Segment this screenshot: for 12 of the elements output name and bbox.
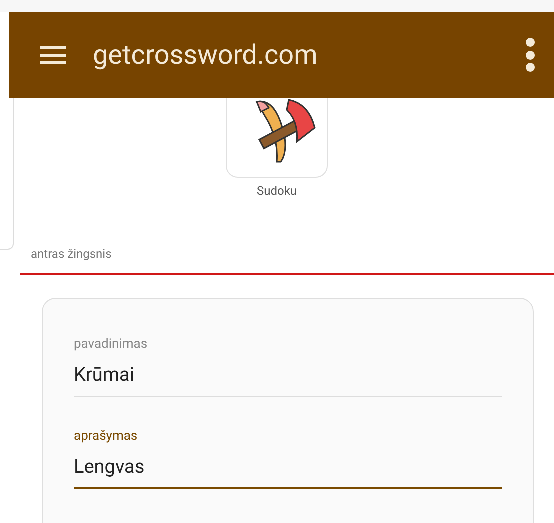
field-value: Krūmai xyxy=(74,362,136,388)
game-label: Sudoku xyxy=(256,183,298,200)
field-label: aprašymas xyxy=(74,428,139,446)
app-title: getcrossword.com xyxy=(93,38,318,73)
field-label: pavadinimas xyxy=(74,336,149,354)
text-field[interactable]: pavadinimas Krūmai xyxy=(74,335,502,397)
game-tile[interactable] xyxy=(226,98,328,178)
field-value: Lengvas xyxy=(74,454,146,480)
text-field[interactable]: aprašymas Lengvas xyxy=(74,427,502,489)
menu-icon[interactable] xyxy=(40,46,66,64)
more-options-icon[interactable] xyxy=(525,38,535,72)
step-label: antras žingsnis xyxy=(31,247,112,261)
